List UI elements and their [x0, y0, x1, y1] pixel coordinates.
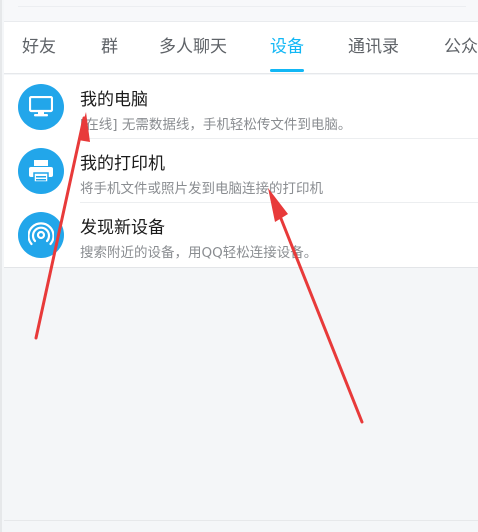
- device-row-my-printer[interactable]: 我的打印机 将手机文件或照片发到电脑连接的打印机: [4, 139, 478, 203]
- monitor-icon: [18, 84, 64, 130]
- search-strip: [4, 0, 478, 22]
- device-subtitle: [在线] 无需数据线，手机轻松传文件到电脑。: [80, 117, 352, 133]
- device-subtitle: 搜索附近的设备，用QQ轻松连接设备。: [80, 245, 318, 261]
- printer-icon: [18, 148, 64, 194]
- active-tab-indicator: [270, 69, 304, 72]
- device-title: 我的打印机: [80, 154, 165, 174]
- tab-multi-chat[interactable]: 多人聊天: [159, 22, 227, 73]
- tab-groups[interactable]: 群: [101, 22, 118, 73]
- tab-devices-label: 设备: [270, 37, 304, 57]
- search-strip-line: [18, 6, 466, 16]
- tab-devices[interactable]: 设备: [270, 22, 304, 73]
- contacts-tab-bar: 好友 群 多人聊天 设备 通讯录 公众: [4, 22, 478, 74]
- device-list: 我的电脑 [在线] 无需数据线，手机轻松传文件到电脑。 我的打印机 将手机文件或…: [4, 75, 478, 268]
- device-subtitle: 将手机文件或照片发到电脑连接的打印机: [80, 181, 323, 197]
- device-title: 发现新设备: [80, 218, 165, 238]
- tab-address-book[interactable]: 通讯录: [348, 22, 399, 73]
- signal-icon: [18, 212, 64, 258]
- tab-friends[interactable]: 好友: [22, 22, 56, 73]
- device-row-my-computer[interactable]: 我的电脑 [在线] 无需数据线，手机轻松传文件到电脑。: [4, 75, 478, 139]
- app-frame: 好友 群 多人聊天 设备 通讯录 公众 我的电脑 [在线] 无需数据线，手机轻松…: [0, 0, 478, 532]
- device-title: 我的电脑: [80, 90, 148, 110]
- bottom-divider: [4, 520, 478, 521]
- device-row-discover[interactable]: 发现新设备 搜索附近的设备，用QQ轻松连接设备。: [4, 203, 478, 267]
- tab-official-accounts[interactable]: 公众: [444, 22, 478, 73]
